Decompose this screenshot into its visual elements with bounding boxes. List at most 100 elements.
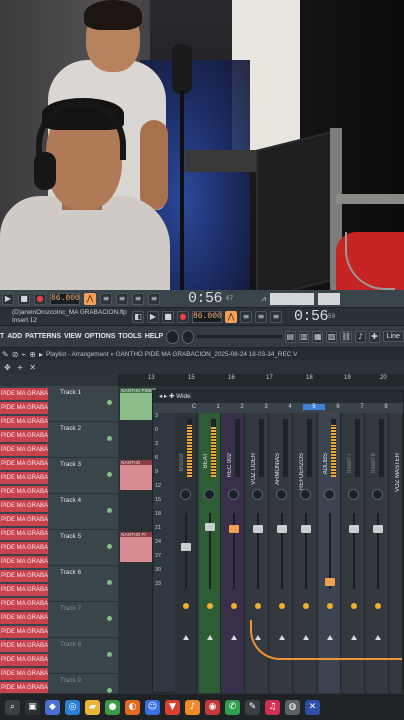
volume-fader[interactable] [301, 525, 311, 533]
fx-enable-icon[interactable] [351, 603, 357, 609]
track-mute-icon[interactable] [107, 436, 112, 441]
tempo-display-2[interactable]: 86.000 [192, 310, 222, 323]
pattern-item[interactable]: PIDE MA GRABAC. [0, 612, 48, 624]
fx-enable-icon[interactable] [183, 603, 189, 609]
record-button-2[interactable]: ● [177, 310, 189, 323]
menu-help[interactable]: HELP [145, 333, 163, 340]
menu-tools[interactable]: TOOLS [118, 333, 142, 340]
pattern-item[interactable]: PIDE MA GRABAC. [0, 416, 48, 428]
pattern-item[interactable]: PIDE MA GRABAC. [0, 500, 48, 512]
fx-enable-icon[interactable] [375, 603, 381, 609]
pan-knob[interactable] [372, 489, 383, 500]
chrome-icon[interactable]: ● [105, 699, 120, 715]
pan-knob[interactable] [324, 489, 335, 500]
fx-enable-icon[interactable] [231, 603, 237, 609]
pattern-item[interactable]: PIDE MA GRABAC. [0, 570, 48, 582]
pattern-item[interactable]: PIDE MA GRABAC. [0, 598, 48, 610]
metronome-button[interactable]: ⋀ [84, 292, 96, 305]
fx-enable-icon[interactable] [207, 603, 213, 609]
main-volume-knob[interactable] [166, 329, 179, 344]
task-view-icon[interactable]: ▣ [25, 699, 40, 715]
notes-icon[interactable]: ✎ [245, 699, 260, 715]
track-mute-icon[interactable] [107, 580, 112, 585]
route-arrow-icon[interactable] [183, 635, 189, 640]
pan-knob[interactable] [300, 489, 311, 500]
stop-button-2[interactable]: ■ [162, 310, 174, 323]
track-header[interactable]: Track 3 [48, 458, 118, 494]
fx-enable-icon[interactable] [255, 603, 261, 609]
pan-knob[interactable] [180, 489, 191, 500]
step-button[interactable]: ≡ [148, 292, 160, 305]
fx-enable-icon[interactable] [327, 603, 333, 609]
volume-fader[interactable] [349, 525, 359, 533]
brave-icon[interactable]: ▼ [165, 699, 180, 715]
route-arrow-icon[interactable] [207, 635, 213, 640]
pattern-item[interactable]: PIDE MA GRABAC. [0, 584, 48, 596]
volume-fader[interactable] [253, 525, 263, 533]
view-playlist-button[interactable]: ▤ [284, 330, 296, 343]
copilot-icon[interactable]: ◆ [45, 699, 60, 715]
move-icon[interactable]: ✥ [4, 363, 11, 372]
wait-button-2[interactable]: ≡ [240, 310, 252, 323]
fx-enable-icon[interactable] [303, 603, 309, 609]
pattern-item[interactable]: PIDE MA GRABAC. [0, 556, 48, 568]
snap-icon[interactable]: ✎ [2, 350, 9, 359]
countdown-button-2[interactable]: ≡ [255, 310, 267, 323]
pattern-item[interactable]: PIDE MA GRABAC. [0, 486, 48, 498]
zoom-icon[interactable]: ⊕ [29, 350, 36, 359]
paint-icon[interactable]: ⊘ [12, 350, 19, 359]
track-mute-icon[interactable] [107, 508, 112, 513]
pattern-item[interactable]: PIDE MA GRABAC. [0, 402, 48, 414]
pattern-item[interactable]: PIDE MA GRABAC. [0, 542, 48, 554]
timeline-ruler[interactable]: 13 15 16 17 18 19 20 [118, 374, 404, 386]
file-explorer-icon[interactable]: ▰ [85, 699, 100, 715]
volume-fader[interactable] [325, 578, 335, 586]
track-header[interactable]: Track 6 [48, 566, 118, 602]
track-mute-icon[interactable] [107, 616, 112, 621]
red-app-icon[interactable]: ◉ [205, 699, 220, 715]
volume-fader[interactable] [229, 525, 239, 533]
track-mute-icon[interactable] [107, 652, 112, 657]
add-icon[interactable]: + [17, 363, 24, 372]
tempo-display[interactable]: 86.000 [50, 292, 80, 305]
track-header[interactable]: Track 9 [48, 674, 118, 693]
mixer-view-mode[interactable]: Wide [176, 393, 191, 400]
plugin-button[interactable]: ✚ [368, 330, 380, 343]
volume-fader[interactable] [277, 525, 287, 533]
pattern-item[interactable]: PIDE MA GRABAC. [0, 682, 48, 693]
audio-button[interactable]: ♪ [355, 330, 366, 343]
tiktok-icon[interactable]: ♫ [265, 699, 280, 715]
mixer-strip-rec[interactable]: REC 002 [223, 413, 245, 693]
loop-record-button-2[interactable]: ≡ [270, 310, 282, 323]
slice-icon[interactable]: ⌁ [21, 350, 26, 359]
pattern-item[interactable]: PIDE MA GRABAC. [0, 472, 48, 484]
track-header[interactable]: Track 2 [48, 422, 118, 458]
route-arrow-icon[interactable] [231, 635, 237, 640]
pattern-item[interactable]: PIDE MA GRABAC. [0, 640, 48, 652]
track-header[interactable]: Track 5 [48, 530, 118, 566]
pattern-item[interactable]: PIDE MA GRABAC. [0, 430, 48, 442]
fx-enable-icon[interactable] [279, 603, 285, 609]
menu-patterns[interactable]: PATTERNS [25, 333, 61, 340]
pattern-item[interactable]: PIDE MA GRABAC. [0, 444, 48, 456]
pattern-item[interactable]: PIDE MA GRABAC. [0, 528, 48, 540]
edge-icon[interactable]: ◎ [65, 699, 80, 715]
pattern-item[interactable]: PIDE MA GRABAC. [0, 654, 48, 666]
firefox-icon[interactable]: ◐ [125, 699, 140, 715]
pan-knob[interactable] [348, 489, 359, 500]
track-header[interactable]: Track 1 [48, 386, 118, 422]
vscode-icon[interactable]: ✕ [305, 699, 320, 715]
pattern-song-toggle[interactable]: ◧ [132, 310, 144, 323]
pan-knob[interactable] [204, 489, 215, 500]
loop-record-button[interactable]: ≡ [132, 292, 144, 305]
audio-clip[interactable]: GANTHO PIDE MA GRABACION_2025-08 [120, 388, 156, 420]
obs-icon[interactable]: ◍ [285, 699, 300, 715]
track-mute-icon[interactable] [107, 400, 112, 405]
menu-options[interactable]: OPTIONS [84, 333, 115, 340]
pattern-item[interactable]: PIDE MA GRABAC. [0, 626, 48, 638]
track-header[interactable]: Track 4 [48, 494, 118, 530]
view-piano-roll-button[interactable]: ▥ [298, 330, 310, 343]
pan-knob[interactable] [228, 489, 239, 500]
search-icon[interactable]: ⌕ [5, 699, 20, 715]
menu-add[interactable]: ADD [7, 333, 22, 340]
